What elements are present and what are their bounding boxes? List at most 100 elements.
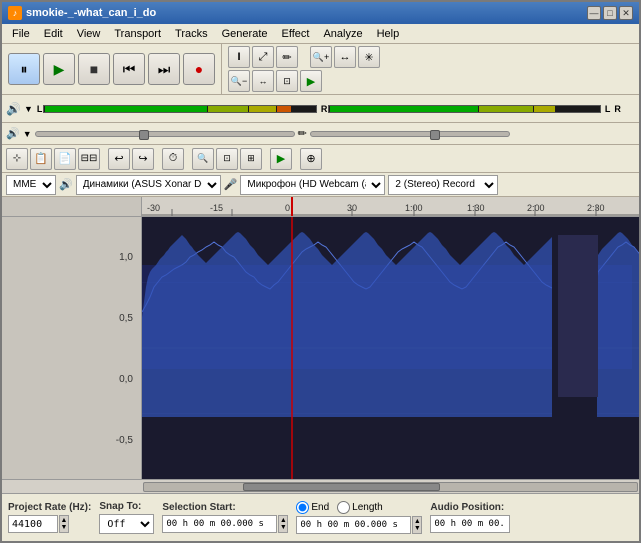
selection-tool[interactable]: I bbox=[228, 46, 250, 68]
title-buttons: — □ ✕ bbox=[587, 6, 633, 20]
end-value-input: ▲▼ bbox=[296, 516, 422, 534]
menu-view[interactable]: View bbox=[71, 27, 107, 41]
audio-position-field[interactable] bbox=[430, 515, 510, 533]
vol-arrow: ▼ bbox=[23, 129, 32, 139]
pause-icon: ⏸ bbox=[21, 61, 28, 78]
track-area: 1,0 0,5 0,0 -0,5 bbox=[2, 217, 639, 479]
vol-down-icon: ▼ bbox=[24, 104, 33, 114]
zoom3-icon: ⊞ bbox=[247, 153, 255, 164]
selection-start-field[interactable] bbox=[162, 515, 277, 533]
play2-icon: ▶ bbox=[277, 152, 285, 165]
extra1-icon: ⊕ bbox=[306, 152, 315, 165]
svg-text:2:00: 2:00 bbox=[527, 203, 545, 213]
end-length-group: End Length ▲▼ bbox=[296, 501, 422, 534]
play-tool[interactable]: ▶ bbox=[270, 148, 292, 170]
play-green[interactable]: ▶ bbox=[300, 70, 322, 92]
menu-tracks[interactable]: Tracks bbox=[169, 27, 214, 41]
zoom-tool1[interactable]: 🔍 bbox=[192, 148, 214, 170]
svg-text:0: 0 bbox=[285, 203, 290, 213]
snap-select[interactable]: Off bbox=[99, 514, 154, 534]
extra-tool1[interactable]: ⊕ bbox=[300, 148, 322, 170]
envelope-icon: ⤢ bbox=[259, 51, 268, 64]
multi-tool[interactable]: ✳ bbox=[358, 46, 380, 68]
snap-input: Off bbox=[99, 514, 154, 534]
selection-start-input: ▲▼ bbox=[162, 515, 288, 533]
input-slider-thumb[interactable] bbox=[430, 130, 440, 140]
menu-analyze[interactable]: Analyze bbox=[317, 27, 368, 41]
volume-slider-thumb[interactable] bbox=[139, 130, 149, 140]
device-row: MME 🔊 Динамики (ASUS Xonar DGX A 🎤 Микро… bbox=[2, 173, 639, 197]
undo-button[interactable]: ↩ bbox=[108, 148, 130, 170]
selector-tool2[interactable]: ⊹ bbox=[6, 148, 28, 170]
length-radio[interactable] bbox=[337, 501, 350, 514]
menu-help[interactable]: Help bbox=[371, 27, 406, 41]
edit2-icon: 📄 bbox=[58, 152, 72, 165]
project-rate-input: ▲▼ bbox=[8, 515, 91, 533]
selection-icon: I bbox=[237, 51, 240, 63]
sel-start-spinner[interactable]: ▲▼ bbox=[278, 515, 288, 533]
api-select[interactable]: MME bbox=[6, 175, 56, 195]
zoom-sel-tool[interactable]: ⊡ bbox=[276, 70, 298, 92]
play-button[interactable]: ▶ bbox=[43, 53, 75, 85]
playback-vol-icon: 🔊 bbox=[6, 102, 21, 116]
maximize-button[interactable]: □ bbox=[603, 6, 617, 20]
menu-file[interactable]: File bbox=[6, 27, 36, 41]
status-bar: Project Rate (Hz): ▲▼ Snap To: Off Selec… bbox=[2, 493, 639, 541]
zoom-fit-tool[interactable]: ↔ bbox=[252, 70, 274, 92]
envelope-tool[interactable]: ⤢ bbox=[252, 46, 274, 68]
menu-generate[interactable]: Generate bbox=[216, 27, 274, 41]
sync-tool[interactable]: ⏱ bbox=[162, 148, 184, 170]
zoom-sel-icon: ⊡ bbox=[283, 76, 291, 87]
project-rate-spinner[interactable]: ▲▼ bbox=[59, 515, 69, 533]
snap-label: Snap To: bbox=[99, 501, 154, 512]
channels-select[interactable]: 2 (Stereo) Record bbox=[388, 175, 498, 195]
project-rate-field[interactable] bbox=[8, 515, 58, 533]
pause-button[interactable]: ⏸ bbox=[8, 53, 40, 85]
timeshift-tool[interactable]: ↔ bbox=[334, 46, 356, 68]
rewind-button[interactable]: ⏮ bbox=[113, 53, 145, 85]
r-label: R bbox=[321, 104, 328, 114]
selection-start-label: Selection Start: bbox=[162, 502, 288, 513]
trim-tool[interactable]: ⊟⊟ bbox=[78, 148, 100, 170]
scrollbar-thumb[interactable] bbox=[243, 483, 440, 491]
project-rate-label: Project Rate (Hz): bbox=[8, 502, 91, 513]
minimize-button[interactable]: — bbox=[587, 6, 601, 20]
length-option[interactable]: Length bbox=[337, 501, 383, 514]
h-scrollbar[interactable] bbox=[2, 479, 639, 493]
redo-icon: ↪ bbox=[138, 152, 147, 165]
waveform-display bbox=[142, 217, 639, 479]
pencil-tool[interactable]: ✏ bbox=[276, 46, 298, 68]
redo-button[interactable]: ↪ bbox=[132, 148, 154, 170]
zoom-tool2[interactable]: ⊡ bbox=[216, 148, 238, 170]
project-rate-group: Project Rate (Hz): ▲▼ bbox=[8, 502, 91, 533]
record-button[interactable]: ● bbox=[183, 53, 215, 85]
zoom2-icon: ⊡ bbox=[223, 153, 231, 164]
edit-tool2[interactable]: 📄 bbox=[54, 148, 76, 170]
playback-device-select[interactable]: Динамики (ASUS Xonar DGX A bbox=[76, 175, 221, 195]
menu-transport[interactable]: Transport bbox=[108, 27, 167, 41]
zoom-out-icon: 🔍− bbox=[231, 76, 247, 87]
pencil-icon: ✏ bbox=[282, 51, 291, 64]
y-label-neg: -0,5 bbox=[116, 435, 133, 446]
scrollbar-track[interactable] bbox=[143, 482, 638, 492]
close-button[interactable]: ✕ bbox=[619, 6, 633, 20]
edit-tool1[interactable]: 📋 bbox=[30, 148, 52, 170]
record-device-select[interactable]: Микрофон (HD Webcam (audi bbox=[240, 175, 385, 195]
svg-text:-30: -30 bbox=[147, 203, 160, 213]
zoom-out-tool[interactable]: 🔍− bbox=[228, 70, 250, 92]
stop-button[interactable]: ■ bbox=[78, 53, 110, 85]
svg-text:-15: -15 bbox=[210, 203, 223, 213]
forward-button[interactable]: ⏭ bbox=[148, 53, 180, 85]
end-value-field[interactable] bbox=[296, 516, 411, 534]
end-radio[interactable] bbox=[296, 501, 309, 514]
selector-icon2: ⊹ bbox=[13, 153, 21, 164]
end-spinner[interactable]: ▲▼ bbox=[412, 516, 422, 534]
title-bar-left: ♪ smokie-_-what_can_i_do bbox=[8, 6, 156, 20]
y-label-zero: 0,0 bbox=[119, 374, 133, 385]
menu-effect[interactable]: Effect bbox=[276, 27, 316, 41]
undo-icon: ↩ bbox=[114, 152, 123, 165]
zoom-in-tool[interactable]: 🔍+ bbox=[310, 46, 332, 68]
zoom-tool3[interactable]: ⊞ bbox=[240, 148, 262, 170]
menu-edit[interactable]: Edit bbox=[38, 27, 69, 41]
end-option[interactable]: End bbox=[296, 501, 329, 514]
